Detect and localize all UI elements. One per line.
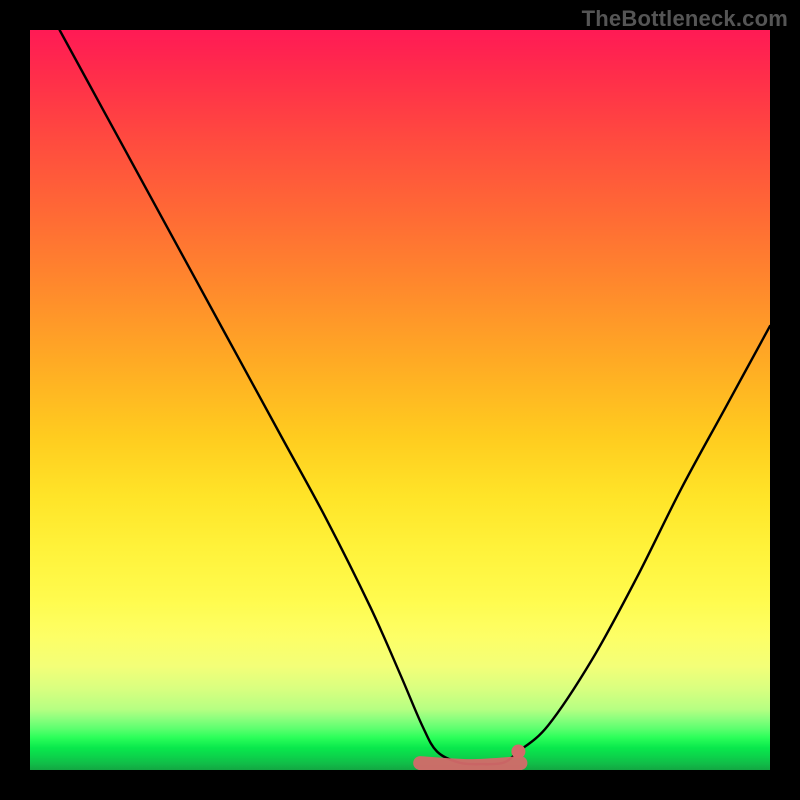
watermark-text: TheBottleneck.com [582,6,788,32]
optimal-region-highlight [420,763,520,766]
bottleneck-curve [60,30,770,764]
chart-frame: TheBottleneck.com [0,0,800,800]
plot-area [30,30,770,770]
curve-layer [30,30,770,770]
marker-dot [511,745,525,759]
